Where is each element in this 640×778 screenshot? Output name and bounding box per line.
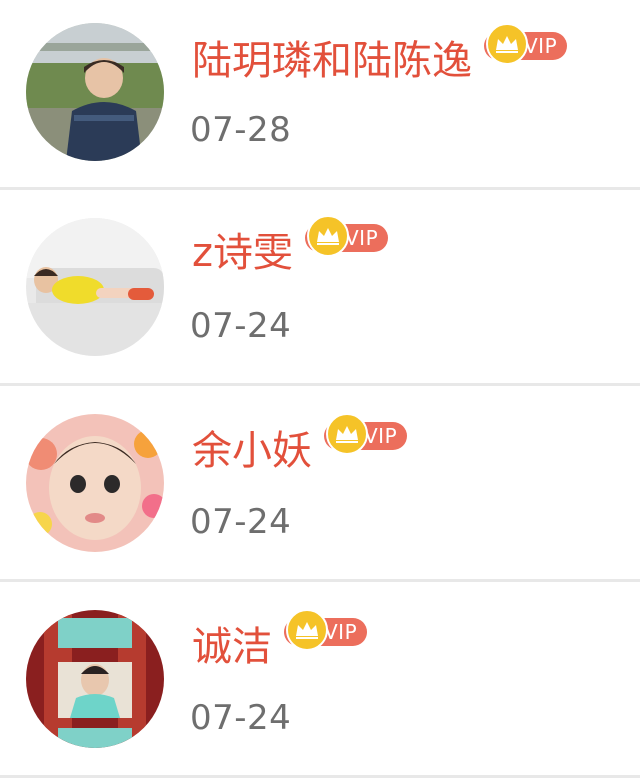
name-line: z诗雯 VIP <box>192 215 389 278</box>
post-date: 07-28 <box>190 110 292 150</box>
avatar[interactable] <box>26 414 164 552</box>
post-date: 07-24 <box>190 502 292 542</box>
user-list: 陆玥璘和陆陈逸 VIP 07-28 z诗雯 VIP 07-24 余小妖 VIP … <box>0 0 640 778</box>
name-line: 陆玥璘和陆陈逸 VIP <box>192 23 568 86</box>
vip-badge: VIP <box>484 23 568 65</box>
crown-icon <box>486 23 528 65</box>
list-item[interactable]: z诗雯 VIP 07-24 <box>0 190 640 386</box>
vip-badge: VIP <box>284 609 368 651</box>
list-item[interactable]: 诚洁 VIP 07-24 <box>0 582 640 778</box>
name-line: 余小妖 VIP <box>192 413 408 476</box>
list-item[interactable]: 余小妖 VIP 07-24 <box>0 386 640 582</box>
crown-icon <box>307 215 349 257</box>
list-item[interactable]: 陆玥璘和陆陈逸 VIP 07-28 <box>0 0 640 190</box>
crown-icon <box>326 413 368 455</box>
user-name[interactable]: 余小妖 <box>192 426 312 476</box>
avatar[interactable] <box>26 610 164 748</box>
user-name[interactable]: z诗雯 <box>192 228 293 278</box>
user-name[interactable]: 陆玥璘和陆陈逸 <box>192 36 472 86</box>
avatar[interactable] <box>26 23 164 161</box>
user-name[interactable]: 诚洁 <box>192 622 272 672</box>
name-line: 诚洁 VIP <box>192 609 368 672</box>
vip-badge: VIP <box>305 215 389 257</box>
avatar[interactable] <box>26 218 164 356</box>
post-date: 07-24 <box>190 698 292 738</box>
post-date: 07-24 <box>190 306 292 346</box>
vip-badge: VIP <box>324 413 408 455</box>
crown-icon <box>286 609 328 651</box>
